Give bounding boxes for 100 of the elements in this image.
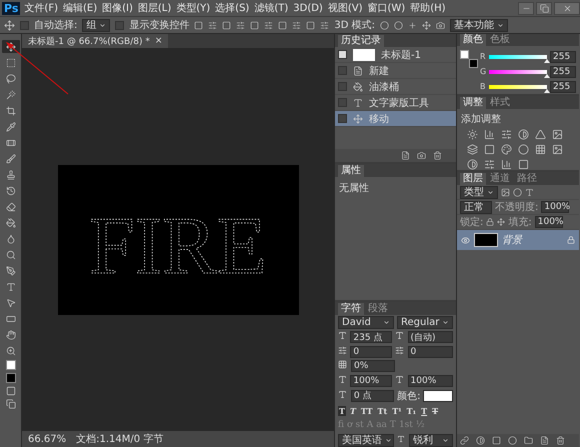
visibility-eye-icon[interactable] [461,236,470,244]
type-icon [6,282,16,292]
font-style-select[interactable]: Regular [397,316,453,330]
close-icon [562,4,572,12]
text-style-button[interactable]: TT [360,406,374,416]
menu-item[interactable]: 选择(S) [215,1,250,15]
snapshot-label[interactable]: 未标题-1 [381,48,421,62]
align-icon [236,20,246,30]
antialias-select[interactable]: 锐利 [409,434,453,447]
caret-icon [385,436,392,444]
background-swatch[interactable] [6,373,16,383]
panel-tab[interactable]: 字符 [338,302,364,315]
channel-label: B [480,82,486,91]
menu-item[interactable]: 帮助(H) [410,1,446,15]
history-source-checkbox[interactable] [338,50,347,59]
kerning-field[interactable]: 0 [350,346,392,358]
text-style-button[interactable]: T [348,406,357,416]
channel-value[interactable]: 255 [550,66,576,78]
align-icon [208,20,218,30]
menu-item[interactable]: 滤镜(T) [254,1,288,15]
language-select[interactable]: 美国英语 [338,434,394,447]
checkbox[interactable] [20,20,29,30]
caret-icon [487,188,494,196]
link-icon [460,436,469,445]
align-icon [306,20,316,30]
minimize-button[interactable] [518,2,534,14]
target-select[interactable]: 组 [82,18,110,32]
folder-icon [524,436,533,445]
panel-tab[interactable]: 通道 [487,173,513,185]
text-style-button[interactable]: Tt [376,406,388,416]
panel-tab[interactable]: 调整 [460,97,486,109]
channel-label: G [480,67,486,76]
menu-item[interactable]: 图像(I) [102,1,133,15]
horizontal-scale-field[interactable]: 100% [408,375,454,388]
pointer-icon [6,298,16,308]
fill-field[interactable]: 100% [534,216,563,228]
panel-tab[interactable]: 属性 [338,165,364,177]
trash-icon [433,151,442,160]
font-size-field[interactable]: 235 点 [350,331,392,344]
mask-icon [492,436,501,445]
text-style-button[interactable]: T₁ [406,406,418,416]
pen-icon [6,266,16,276]
tracking-field[interactable]: 0 [408,346,454,358]
restore-button[interactable] [536,2,552,14]
menu-item[interactable]: 视图(V) [328,1,362,15]
adjustment-icon [518,144,530,155]
history-step[interactable]: 新建 [335,63,456,79]
background-color-swatch[interactable] [469,59,478,68]
foreground-swatch[interactable] [6,360,16,370]
tsume-field[interactable]: 0% [351,360,395,372]
menu-item[interactable]: 图层(L) [138,1,172,15]
zoom-icon [6,346,16,356]
workspace-select[interactable]: 基本功能 [450,18,508,32]
leading-field[interactable]: (自动) [408,331,454,344]
layer-row[interactable]: 背景 [457,230,579,250]
channel-value[interactable]: 255 [550,50,576,62]
text-color-swatch[interactable] [423,390,454,402]
channel-value[interactable]: 255 [550,80,576,92]
panel-tab[interactable]: 图层 [460,173,486,185]
paint-bucket-icon [353,82,363,92]
text-style-button[interactable]: T [420,406,428,416]
lock-label: 锁定: [460,216,484,229]
panel-tab[interactable]: 路径 [514,173,540,185]
type-icon [525,188,534,196]
text-style-button[interactable]: T¹ [391,406,403,416]
align-icon [320,20,330,30]
menu-item[interactable]: 窗口(W) [367,1,406,15]
close-button[interactable] [554,2,580,14]
layer-thumbnail [474,233,498,247]
menu-item[interactable]: 文件(F) [24,1,58,15]
text-style-button[interactable]: T [431,406,440,416]
layer-filter-select[interactable]: 类型 [460,186,498,198]
tab-close[interactable]: × [154,36,162,46]
text-style-button[interactable]: T [338,406,346,416]
panel-tab[interactable]: 色板 [487,34,513,46]
opacity-label: 不透明度: [495,200,538,214]
blend-mode-select[interactable]: 正常 [460,200,492,214]
adjustment-icon [484,144,496,155]
brush-icon [6,154,16,164]
restore-icon [540,4,548,12]
foreground-color-swatch[interactable] [460,50,469,59]
history-step[interactable]: 油漆桶 [335,79,456,95]
image-icon [501,188,510,196]
checkbox[interactable] [115,20,124,30]
vertical-scale-field[interactable]: 100% [350,375,392,388]
zoom-level: 66.67% [28,434,66,444]
opacity-field[interactable]: 100% [541,201,570,213]
baseline-shift-field[interactable]: 0 点 [350,390,394,402]
adjustment-icon [467,129,479,140]
document-tab[interactable]: 未标题-1 @ 66.7%(RGB/8) * × [22,34,168,48]
menu-item[interactable]: 类型(Y) [176,1,210,15]
menu-item[interactable]: 编辑(E) [62,1,98,15]
panel-tab[interactable]: 样式 [487,97,513,109]
menu-item[interactable]: 3D(D) [293,2,323,14]
panel-tab[interactable]: 历史记录 [338,35,384,47]
align-icon [264,20,274,30]
font-family-select[interactable]: David [338,316,394,330]
eraser-icon [6,202,16,212]
panel-tab[interactable]: 段落 [365,302,391,315]
panel-tab[interactable]: 颜色 [460,34,486,46]
